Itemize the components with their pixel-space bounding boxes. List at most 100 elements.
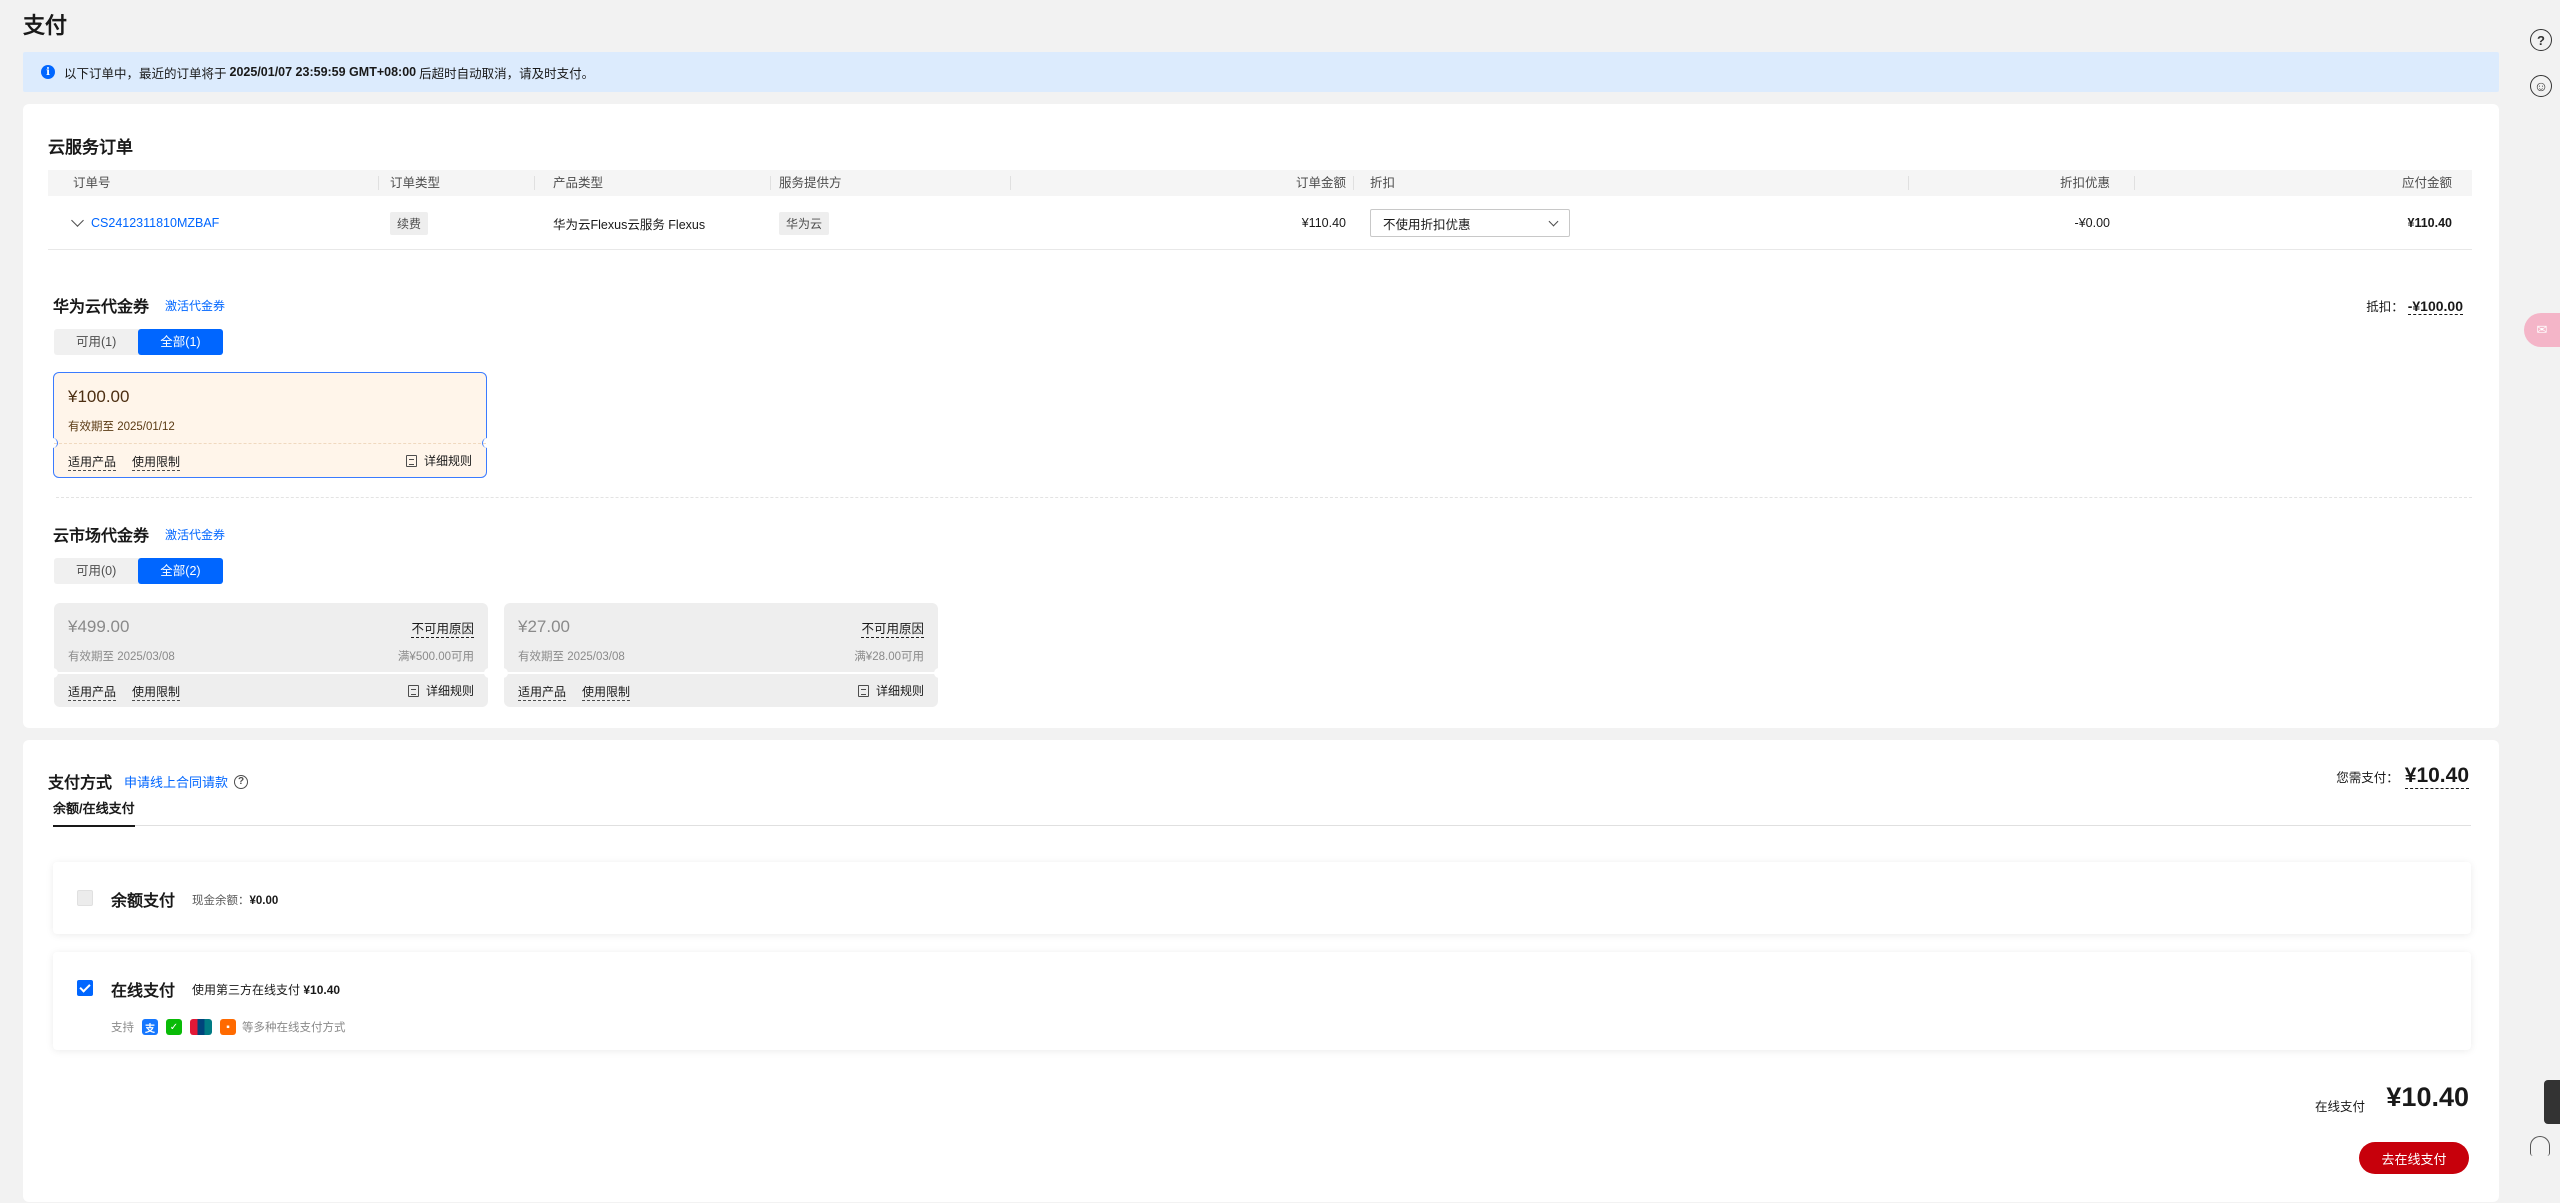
tab-hw-all[interactable]: 全部(1) xyxy=(138,329,223,355)
market-activate-link[interactable]: 激活代金券 xyxy=(165,526,225,543)
unavailable-reason-link[interactable]: 不可用原因 xyxy=(411,618,474,638)
hw-voucher-tabs: 可用(1) 全部(1) xyxy=(54,329,223,355)
deduct-summary: 抵扣： -¥100.00 xyxy=(2366,296,2463,315)
document-icon xyxy=(857,684,869,697)
deduct-label: 抵扣： xyxy=(2366,300,2404,314)
info-icon: i xyxy=(41,65,55,79)
balance-value: ¥0.00 xyxy=(249,895,279,907)
voucher-products-link[interactable]: 适用产品 xyxy=(518,683,567,701)
orders-panel: 云服务订单 订单号 订单类型 产品类型 服务提供方 订单金额 折扣 折扣优惠 应… xyxy=(23,104,2499,728)
online-pay-name: 在线支付 xyxy=(111,983,176,1000)
voucher-limits-link[interactable]: 使用限制 xyxy=(582,683,631,701)
market-voucher-card: ¥499.00 不可用原因 有效期至 2025/03/08 满¥500.00可用… xyxy=(48,603,494,707)
unavailable-reason-link[interactable]: 不可用原因 xyxy=(861,618,924,638)
voucher-products-link[interactable]: 适用产品 xyxy=(68,683,117,701)
order-no-cell: CS2412311810MZBAF xyxy=(71,196,219,250)
need-pay-label: 您需支付： xyxy=(2336,771,2399,785)
online-pay-desc-prefix: 使用第三方在线支付 xyxy=(192,983,301,997)
document-icon xyxy=(405,454,417,467)
tab-hw-available[interactable]: 可用(1) xyxy=(54,329,138,355)
voucher-limits-link[interactable]: 使用限制 xyxy=(132,453,181,471)
column-separator xyxy=(770,176,771,190)
provider-cell: 华为云 xyxy=(779,196,830,250)
column-separator xyxy=(1010,176,1011,190)
order-no-link[interactable]: CS2412311810MZBAF xyxy=(91,216,219,230)
more-pay-icon: ▪ xyxy=(220,1019,236,1035)
notice-bar: i 以下订单中，最近的订单将于 2025/01/07 23:59:59 GMT+… xyxy=(23,52,2499,92)
col-product-type: 产品类型 xyxy=(553,176,604,190)
voucher-products-link[interactable]: 适用产品 xyxy=(68,453,117,471)
discount-cell: 不使用折扣优惠 xyxy=(1370,196,1570,250)
notice-suffix: 后超时自动取消，请及时支付。 xyxy=(419,66,595,81)
table-header: 订单号 订单类型 产品类型 服务提供方 订单金额 折扣 折扣优惠 应付金额 xyxy=(48,170,2472,196)
voucher-divider xyxy=(54,443,486,444)
document-icon xyxy=(407,684,419,697)
go-pay-button[interactable]: 去在线支付 xyxy=(2359,1142,2469,1174)
balance-pay-checkbox[interactable] xyxy=(77,890,93,906)
balance-pay-card[interactable]: 余额支付 现金余额：¥0.00 xyxy=(53,862,2471,934)
amount-cell: ¥110.40 xyxy=(1301,216,1346,230)
col-discount-off: 折扣优惠 xyxy=(2059,176,2110,190)
voucher-rules-label: 详细规则 xyxy=(425,684,474,698)
chevron-down-icon[interactable] xyxy=(71,214,84,227)
voucher-rules-link[interactable]: 详细规则 xyxy=(857,682,924,699)
col-order-type: 订单类型 xyxy=(390,176,441,190)
payment-panel: 支付方式 申请线上合同请款 ? 您需支付： ¥10.40 余额/在线支付 余额支… xyxy=(23,740,2499,1202)
voucher-amount: ¥499.00 xyxy=(68,617,130,636)
right-rail: ? ☺ xyxy=(2520,0,2560,1203)
column-separator xyxy=(1908,176,1909,190)
column-separator xyxy=(378,176,379,190)
voucher-rules-link[interactable]: 详细规则 xyxy=(407,682,474,699)
customer-service-icon[interactable] xyxy=(2530,1136,2550,1156)
orders-table: 订单号 订单类型 产品类型 服务提供方 订单金额 折扣 折扣优惠 应付金额 CS… xyxy=(48,170,2472,250)
market-voucher-card: ¥27.00 不可用原因 有效期至 2025/03/08 满¥28.00可用 适… xyxy=(498,603,944,707)
voucher-condition: 满¥500.00可用 xyxy=(397,651,474,663)
discount-select-value: 不使用折扣优惠 xyxy=(1383,217,1471,232)
voucher-condition: 满¥28.00可用 xyxy=(854,651,924,663)
feedback-smile-icon[interactable]: ☺ xyxy=(2530,75,2552,97)
col-provider: 服务提供方 xyxy=(779,176,842,190)
voucher-rules-label: 详细规则 xyxy=(423,454,472,468)
hw-voucher-title: 华为云代金券 xyxy=(53,299,150,316)
hw-activate-link[interactable]: 激活代金券 xyxy=(165,297,225,314)
deduct-value: -¥100.00 xyxy=(2407,298,2463,315)
voucher-rules-label: 详细规则 xyxy=(875,684,924,698)
col-payable: 应付金额 xyxy=(2401,176,2452,190)
order-type-cell: 续费 xyxy=(390,196,429,250)
tab-market-available[interactable]: 可用(0) xyxy=(54,558,138,584)
help-icon[interactable]: ? xyxy=(2530,29,2552,51)
market-voucher-title: 云市场代金券 xyxy=(53,528,150,545)
column-separator xyxy=(2134,176,2135,190)
balance-pay-desc: 现金余额：¥0.00 xyxy=(192,892,278,908)
wechat-pay-icon: ✓ xyxy=(166,1019,182,1035)
discount-select[interactable]: 不使用折扣优惠 xyxy=(1370,209,1570,237)
voucher-rules-link[interactable]: 详细规则 xyxy=(405,452,472,469)
chevron-down-icon xyxy=(1548,216,1559,226)
column-separator xyxy=(534,176,535,190)
float-assistant-icon[interactable]: ✉ xyxy=(2524,313,2560,347)
tab-balance-online[interactable]: 余额/在线支付 xyxy=(53,798,135,827)
balance-pay-name: 余额支付 xyxy=(111,893,176,910)
voucher-valid: 有效期至 2025/01/12 xyxy=(68,421,175,433)
tab-market-all[interactable]: 全部(2) xyxy=(138,558,223,584)
voucher-amount: ¥100.00 xyxy=(68,387,130,406)
discount-off-cell: -¥0.00 xyxy=(2074,216,2110,230)
voucher-divider xyxy=(504,672,938,674)
float-toolbar-handle[interactable] xyxy=(2544,1080,2560,1124)
hw-voucher-card[interactable]: ¥100.00 有效期至 2025/01/12 适用产品 使用限制 详细规则 xyxy=(48,372,492,478)
voucher-valid: 有效期至 2025/03/08 xyxy=(518,651,625,663)
orders-section-title: 云服务订单 xyxy=(48,138,133,157)
total-label: 在线支付 xyxy=(2314,1100,2365,1114)
balance-label: 现金余额： xyxy=(192,895,250,907)
voucher-divider xyxy=(54,672,488,674)
online-pay-card[interactable]: 在线支付 使用第三方在线支付 ¥10.40 支持 支 ✓ ▪ 等多种在线支付方式 xyxy=(53,952,2471,1050)
online-pay-desc: 使用第三方在线支付 ¥10.40 xyxy=(192,981,340,998)
support-label: 支持 xyxy=(111,1022,134,1034)
product-type-cell: 华为云Flexus云服务 Flexus xyxy=(553,217,706,232)
online-pay-checkbox[interactable] xyxy=(77,980,93,996)
table-row: CS2412311810MZBAF 续费 华为云Flexus云服务 Flexus… xyxy=(48,196,2472,250)
section-divider xyxy=(56,497,2472,498)
voucher-limits-link[interactable]: 使用限制 xyxy=(132,683,181,701)
total-amount: ¥10.40 xyxy=(2386,1082,2469,1112)
unionpay-icon xyxy=(190,1019,212,1035)
